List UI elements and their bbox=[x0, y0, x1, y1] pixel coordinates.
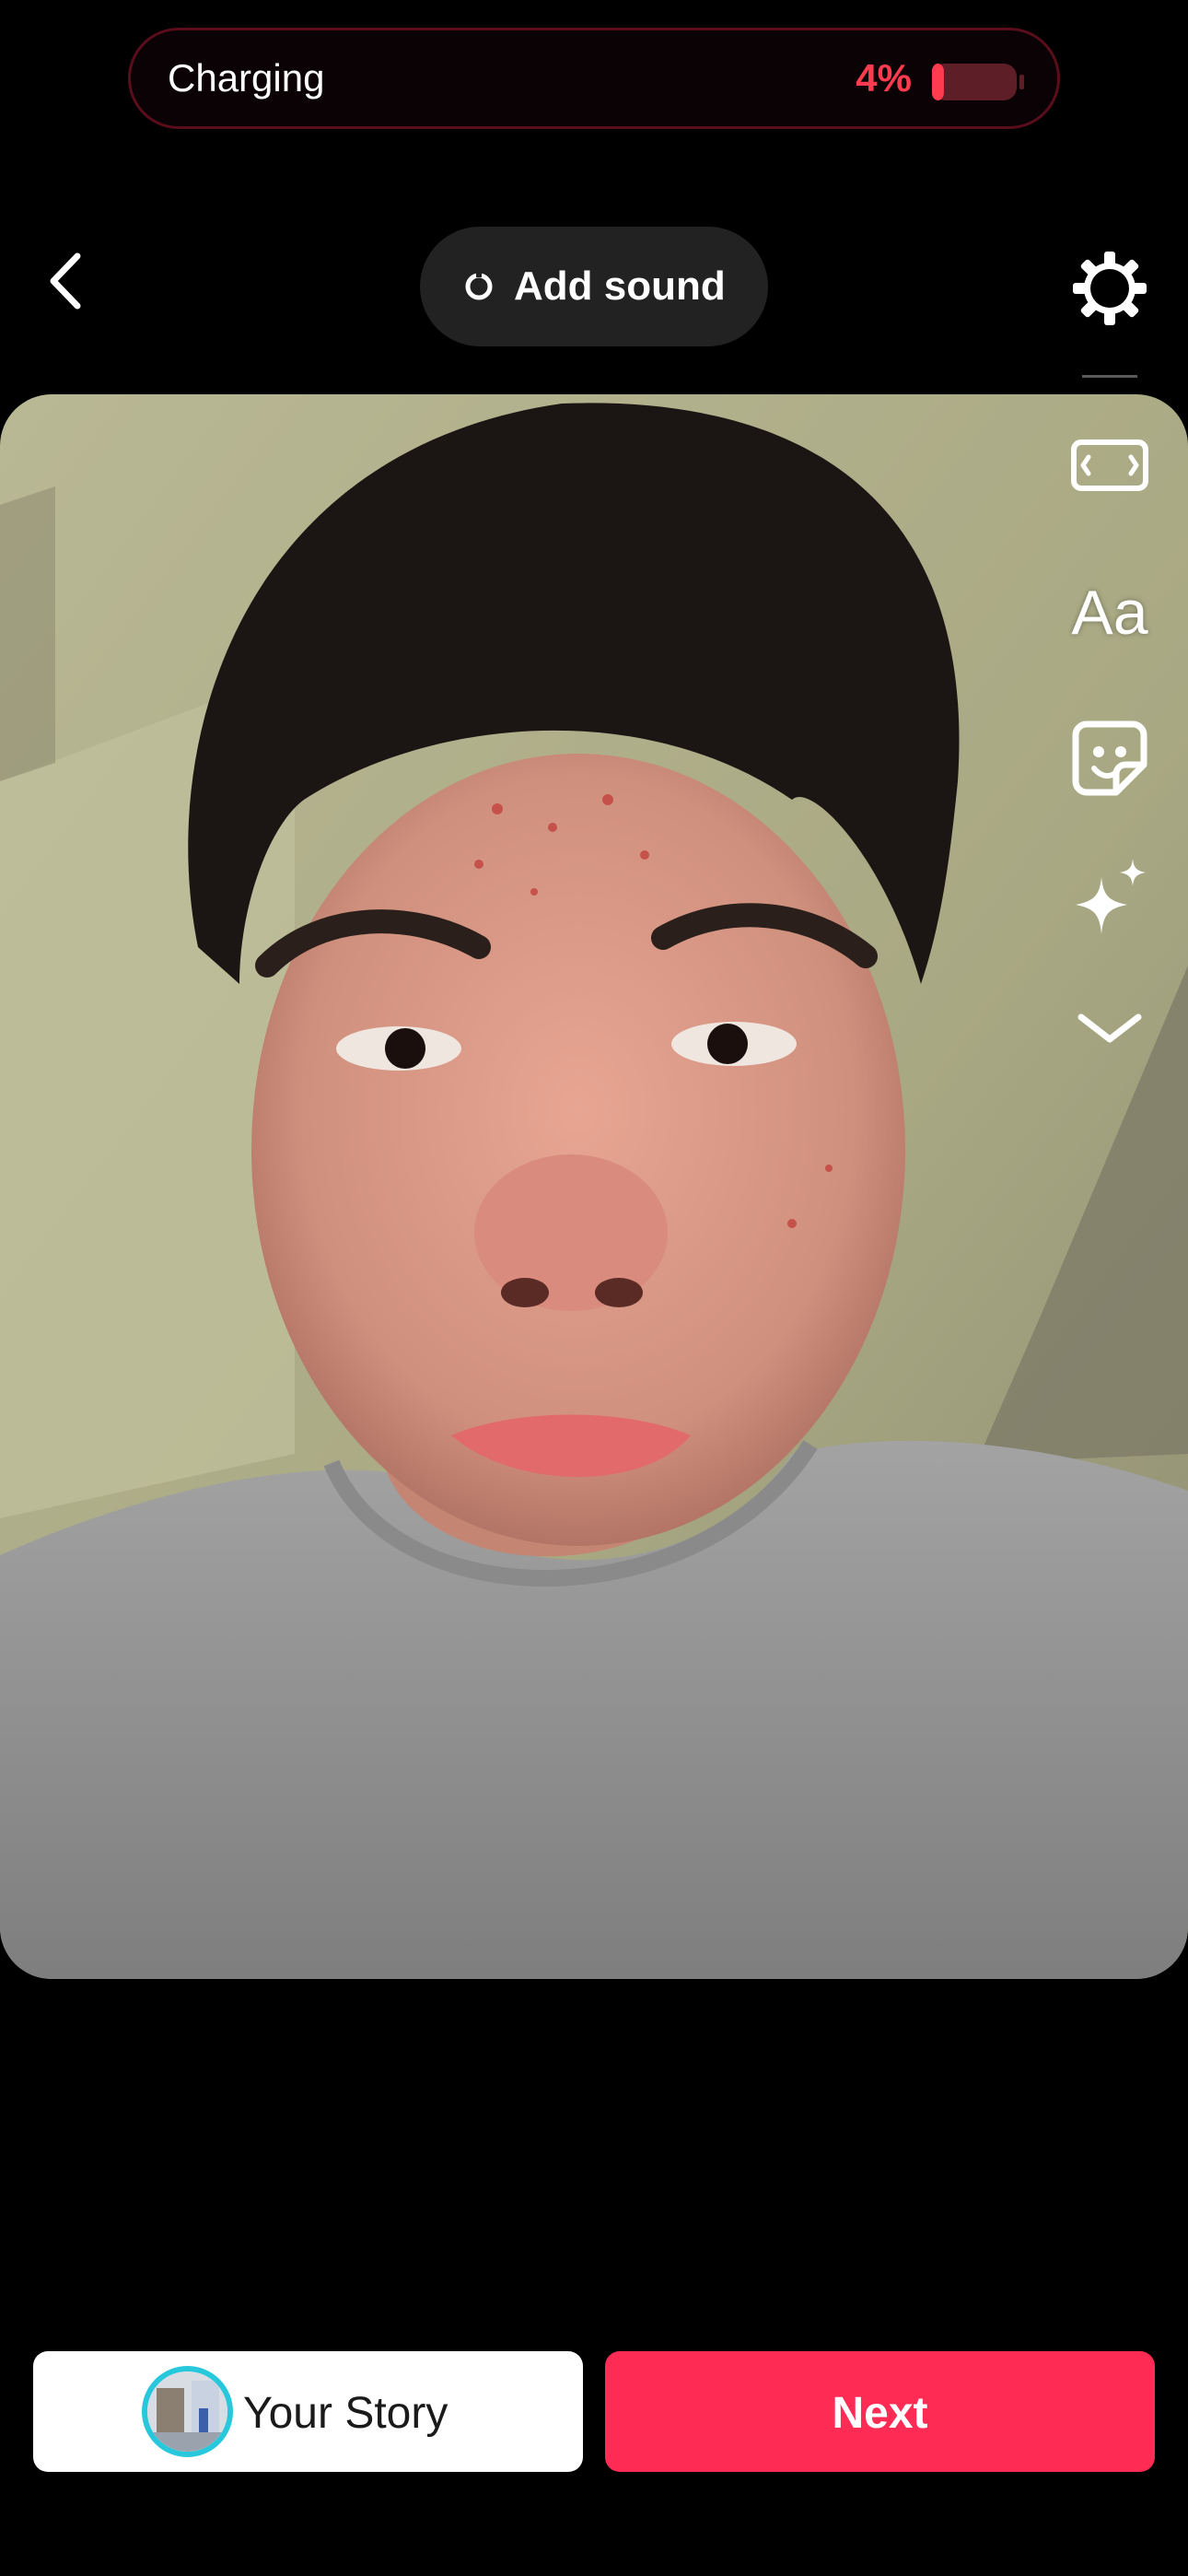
chevron-left-icon bbox=[50, 252, 81, 310]
back-button[interactable] bbox=[42, 249, 94, 313]
sticker-button[interactable] bbox=[1068, 717, 1151, 800]
battery-percent: 4% bbox=[856, 56, 912, 100]
charging-status-pill: Charging 4% bbox=[128, 28, 1060, 129]
aspect-ratio-icon bbox=[1071, 439, 1148, 491]
aspect-ratio-button[interactable] bbox=[1068, 424, 1151, 507]
settings-button[interactable] bbox=[1068, 247, 1151, 330]
text-tool-button[interactable]: Aa bbox=[1068, 571, 1151, 654]
gear-icon bbox=[1073, 252, 1147, 325]
effects-sparkle-icon bbox=[1076, 859, 1146, 934]
charging-label: Charging bbox=[168, 56, 325, 100]
rail-divider bbox=[1082, 375, 1137, 378]
avatar bbox=[142, 2366, 233, 2457]
next-label: Next bbox=[832, 2389, 928, 2438]
chevron-down-icon bbox=[1077, 1013, 1142, 1043]
next-button[interactable]: Next bbox=[605, 2351, 1155, 2472]
your-story-label: Your Story bbox=[243, 2389, 448, 2438]
sticker-icon bbox=[1072, 720, 1147, 796]
effects-button[interactable] bbox=[1068, 857, 1151, 940]
music-icon bbox=[465, 272, 493, 300]
add-sound-button[interactable]: Add sound bbox=[420, 227, 768, 346]
battery-icon bbox=[932, 64, 1024, 100]
your-story-button[interactable]: Your Story bbox=[33, 2351, 583, 2472]
more-tools-button[interactable] bbox=[1068, 988, 1151, 1071]
add-sound-label: Add sound bbox=[514, 263, 726, 309]
selfie-photo bbox=[0, 394, 1188, 1979]
